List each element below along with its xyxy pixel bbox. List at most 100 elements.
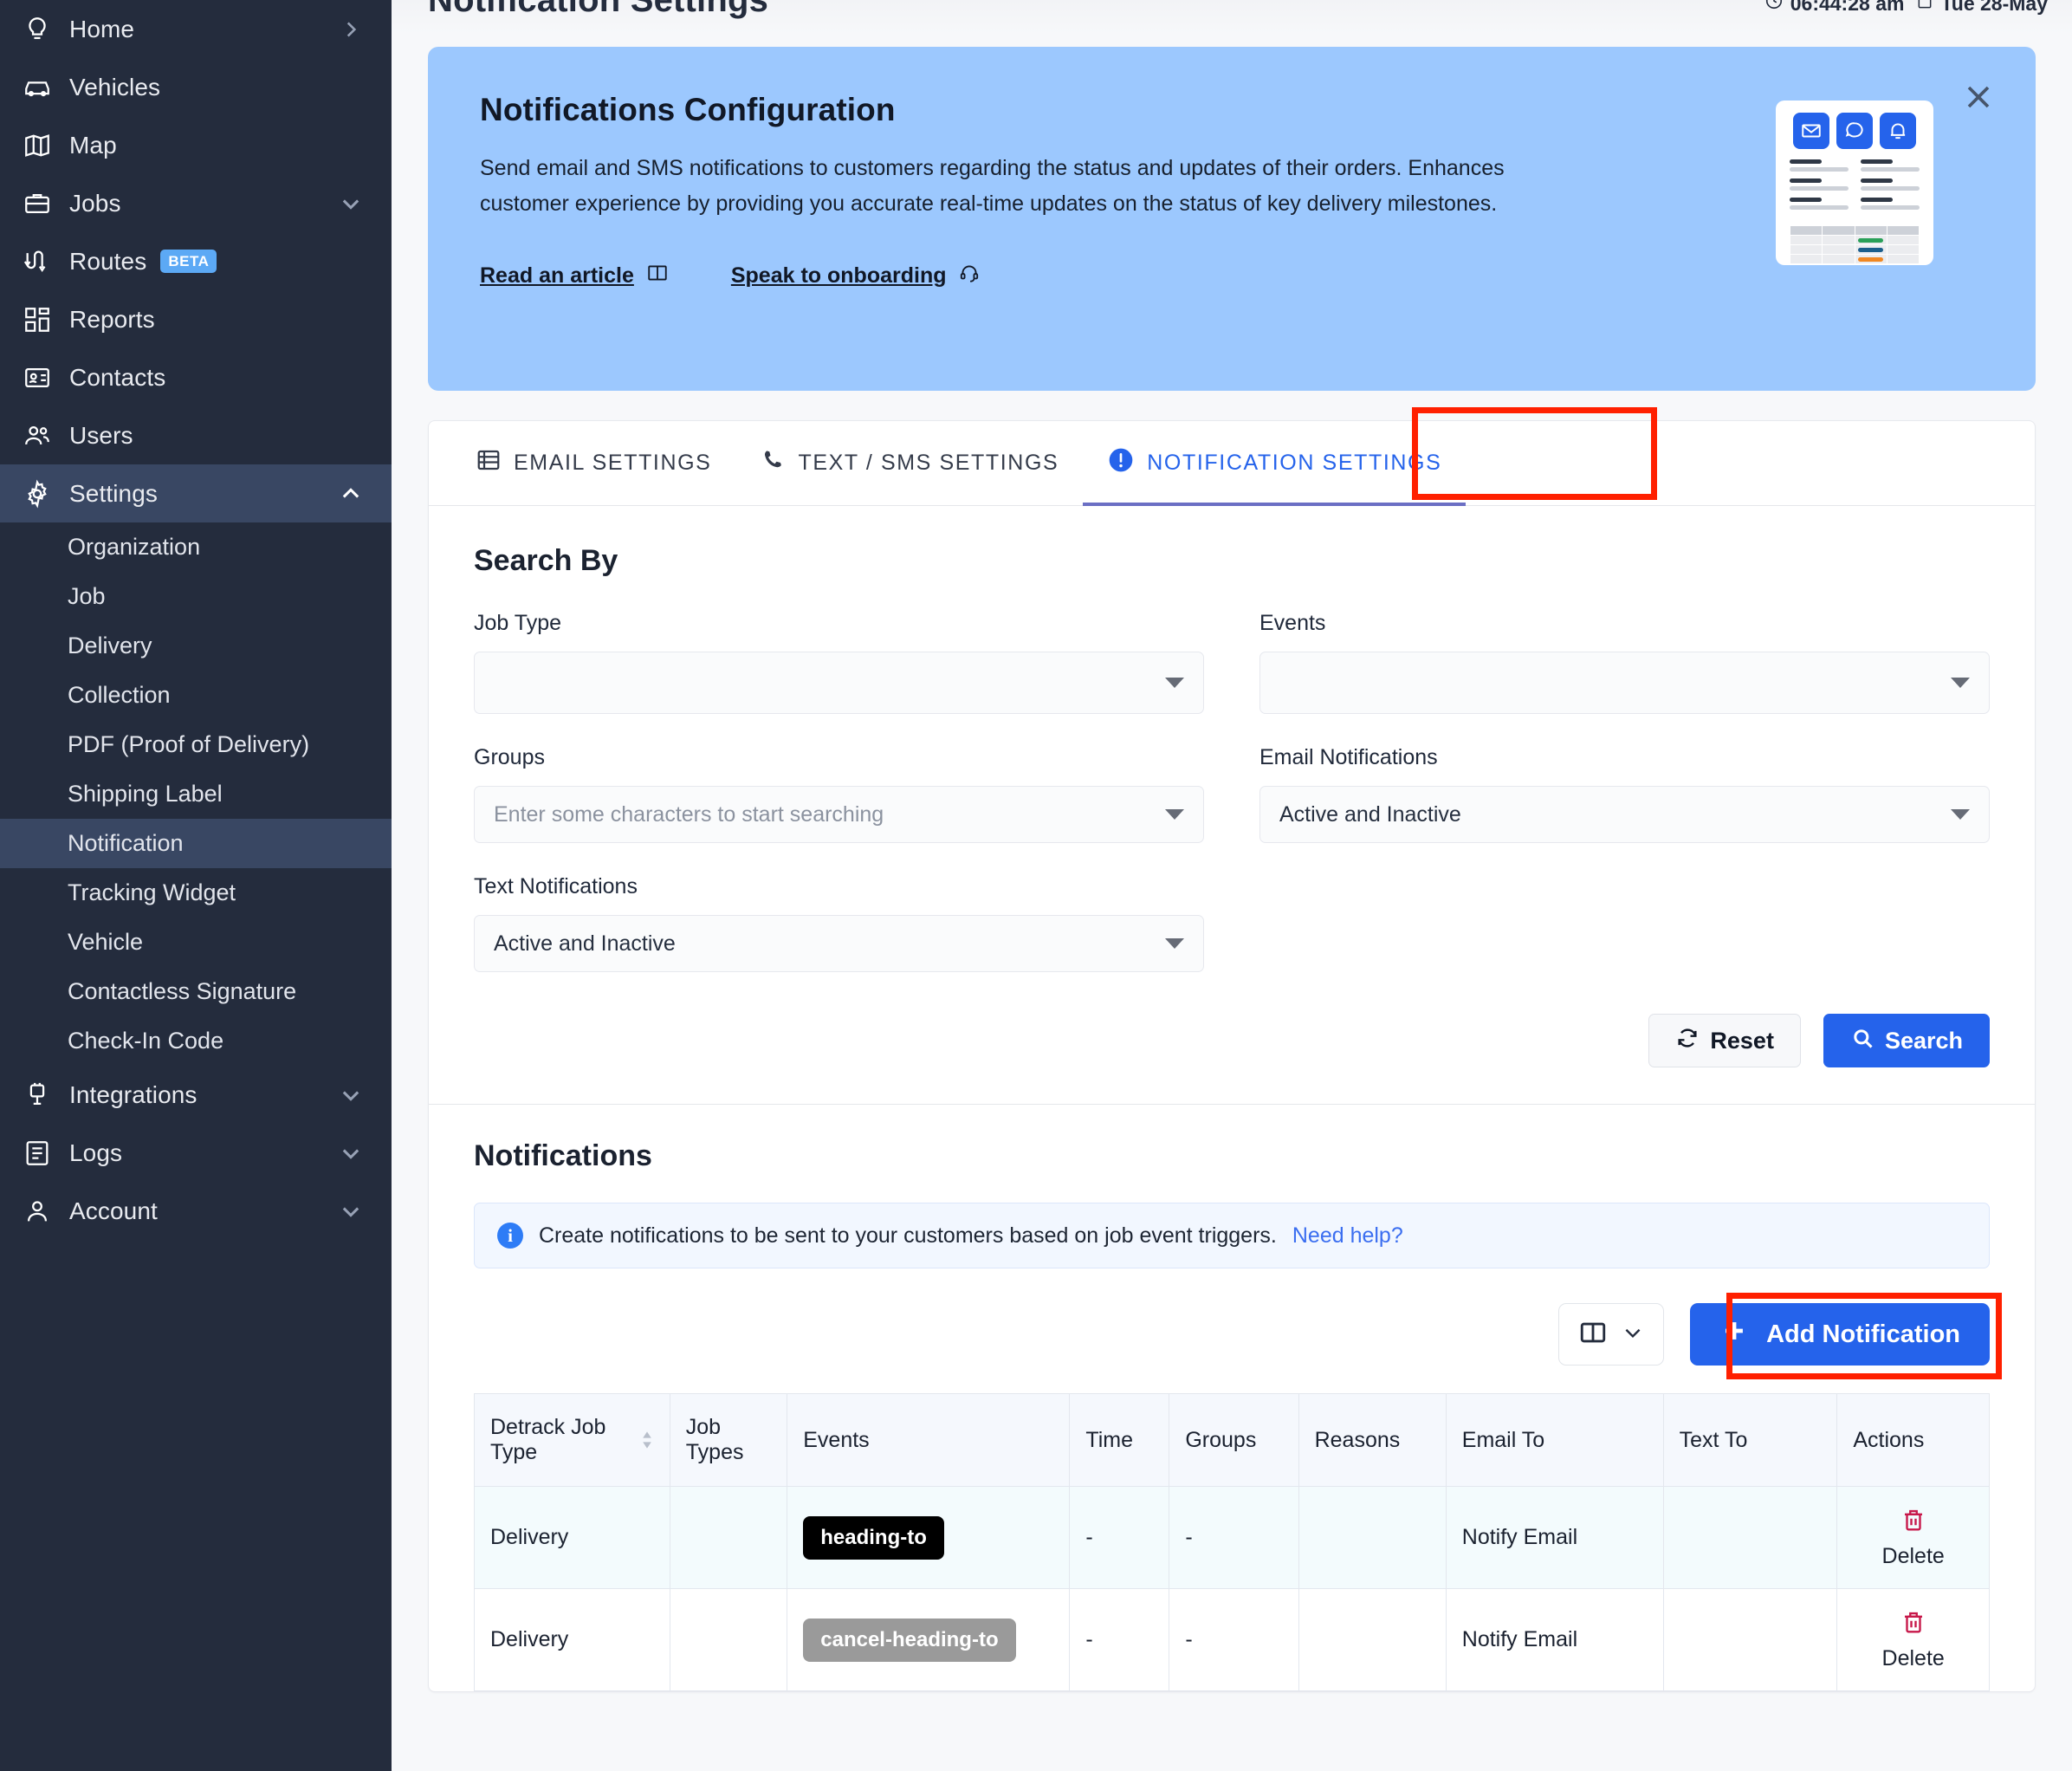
date-status: Tue 28-May bbox=[1916, 0, 2048, 16]
field-label: Groups bbox=[474, 745, 1204, 770]
bulb-icon bbox=[23, 12, 62, 47]
tab-notification-settings[interactable]: NOTIFICATION SETTINGS bbox=[1083, 421, 1466, 505]
column-label: Time bbox=[1085, 1428, 1133, 1452]
sidebar-item-account[interactable]: Account bbox=[0, 1182, 392, 1240]
notifications-config-banner: Notifications Configuration Send email a… bbox=[428, 47, 2036, 391]
table-body: Delivery heading-to - - Notify Email bbox=[475, 1487, 1990, 1691]
column-header-email-to[interactable]: Email To bbox=[1446, 1394, 1663, 1487]
field-label: Events bbox=[1259, 611, 1990, 636]
close-icon[interactable] bbox=[1959, 78, 1998, 116]
column-header-detrack-job-type[interactable]: Detrack Job Type bbox=[475, 1394, 670, 1487]
speak-to-onboarding-link[interactable]: Speak to onboarding bbox=[731, 262, 981, 290]
sidebar-subitem-check-in-code[interactable]: Check-In Code bbox=[0, 1016, 392, 1066]
delete-label: Delete bbox=[1853, 1646, 1973, 1671]
sidebar-item-vehicles[interactable]: Vehicles bbox=[0, 58, 392, 116]
column-header-events[interactable]: Events bbox=[787, 1394, 1070, 1487]
chevron-up-icon bbox=[336, 479, 366, 509]
alert-circle-icon bbox=[1107, 446, 1135, 480]
sidebar-subitem-label: Organization bbox=[68, 534, 200, 561]
column-header-job-types[interactable]: Job Types bbox=[670, 1394, 787, 1487]
search-actions: Reset Search bbox=[474, 1014, 1990, 1067]
book-icon bbox=[646, 262, 669, 290]
column-label: Email To bbox=[1462, 1428, 1544, 1452]
column-header-groups[interactable]: Groups bbox=[1169, 1394, 1298, 1487]
column-label: Job Types bbox=[686, 1415, 744, 1464]
field-email-notifications: Email Notifications Active and Inactive bbox=[1259, 745, 1990, 843]
delete-button[interactable]: Delete bbox=[1837, 1589, 1990, 1691]
sidebar-subitem-job[interactable]: Job bbox=[0, 572, 392, 621]
read-article-link[interactable]: Read an article bbox=[480, 262, 669, 290]
column-header-actions: Actions bbox=[1837, 1394, 1990, 1487]
sidebar-subitem-notification[interactable]: Notification bbox=[0, 819, 392, 868]
cell-job-types bbox=[670, 1487, 787, 1589]
events-select[interactable] bbox=[1259, 652, 1990, 714]
sidebar-item-users[interactable]: Users bbox=[0, 406, 392, 464]
sidebar-subitem-vehicle[interactable]: Vehicle bbox=[0, 918, 392, 967]
cell-detrack-job-type: Delivery bbox=[475, 1589, 670, 1691]
current-time: 06:44:28 am bbox=[1790, 0, 1905, 16]
bell-icon bbox=[1880, 113, 1916, 149]
reset-label: Reset bbox=[1710, 1028, 1774, 1054]
sidebar-item-contacts[interactable]: Contacts bbox=[0, 348, 392, 406]
sidebar-item-map[interactable]: Map bbox=[0, 116, 392, 174]
sidebar-item-integrations[interactable]: Integrations bbox=[0, 1066, 392, 1124]
field-label: Text Notifications bbox=[474, 874, 1204, 899]
cell-groups: - bbox=[1169, 1589, 1298, 1691]
tab-email-settings[interactable]: EMAIL SETTINGS bbox=[451, 421, 735, 505]
table-row: Delivery heading-to - - Notify Email bbox=[475, 1487, 1990, 1589]
cell-time: - bbox=[1070, 1589, 1169, 1691]
delete-button[interactable]: Delete bbox=[1837, 1487, 1990, 1589]
sidebar-subitem-organization[interactable]: Organization bbox=[0, 522, 392, 572]
reset-button[interactable]: Reset bbox=[1648, 1014, 1801, 1067]
users-icon bbox=[23, 418, 62, 453]
sidebar-item-settings[interactable]: Settings bbox=[0, 464, 392, 522]
field-text-notifications: Text Notifications Active and Inactive bbox=[474, 874, 1204, 972]
search-label: Search bbox=[1885, 1028, 1963, 1054]
sidebar-item-logs[interactable]: Logs bbox=[0, 1124, 392, 1182]
cell-reasons bbox=[1298, 1487, 1446, 1589]
cell-time: - bbox=[1070, 1487, 1169, 1589]
reports-icon bbox=[23, 302, 62, 337]
plug-icon bbox=[23, 1078, 62, 1113]
sidebar-item-reports[interactable]: Reports bbox=[0, 290, 392, 348]
field-label: Email Notifications bbox=[1259, 745, 1990, 770]
email-notifications-select[interactable]: Active and Inactive bbox=[1259, 786, 1990, 843]
add-notification-button[interactable]: Add Notification bbox=[1690, 1303, 1990, 1366]
person-icon bbox=[23, 1194, 62, 1229]
read-article-label: Read an article bbox=[480, 263, 634, 289]
tab-text-sms-settings[interactable]: TEXT / SMS SETTINGS bbox=[735, 421, 1083, 505]
sidebar-subitem-pdf[interactable]: PDF (Proof of Delivery) bbox=[0, 720, 392, 769]
text-notifications-select[interactable]: Active and Inactive bbox=[474, 915, 1204, 972]
sidebar-item-jobs[interactable]: Jobs bbox=[0, 174, 392, 232]
table-header: Detrack Job Type Job Types Events Time G… bbox=[475, 1394, 1990, 1487]
beta-badge: BETA bbox=[160, 250, 217, 273]
sidebar-subitem-shipping-label[interactable]: Shipping Label bbox=[0, 769, 392, 819]
sidebar-item-routes[interactable]: Routes BETA bbox=[0, 232, 392, 290]
illustration-icons bbox=[1786, 113, 1923, 149]
chevron-down-icon bbox=[1165, 678, 1184, 688]
sidebar-subitem-tracking-widget[interactable]: Tracking Widget bbox=[0, 868, 392, 918]
chevron-down-icon bbox=[1951, 809, 1970, 820]
cell-events: heading-to bbox=[787, 1487, 1070, 1589]
sidebar-subitem-contactless-signature[interactable]: Contactless Signature bbox=[0, 967, 392, 1016]
contacts-icon bbox=[23, 360, 62, 395]
notifications-toolbar: Add Notification bbox=[474, 1303, 1990, 1366]
need-help-link[interactable]: Need help? bbox=[1292, 1223, 1403, 1249]
sidebar-subitem-collection[interactable]: Collection bbox=[0, 671, 392, 720]
sidebar-item-home[interactable]: Home bbox=[0, 0, 392, 58]
search-by-title: Search By bbox=[474, 544, 1990, 578]
sidebar-item-label: Account bbox=[62, 1197, 336, 1225]
notifications-section: Notifications i Create notifications to … bbox=[429, 1105, 2035, 1691]
logs-icon bbox=[23, 1136, 62, 1171]
search-button[interactable]: Search bbox=[1823, 1014, 1990, 1067]
job-type-select[interactable] bbox=[474, 652, 1204, 714]
sidebar-subitem-delivery[interactable]: Delivery bbox=[0, 621, 392, 671]
groups-select[interactable]: Enter some characters to start searching bbox=[474, 786, 1204, 843]
column-header-time[interactable]: Time bbox=[1070, 1394, 1169, 1487]
column-chooser-button[interactable] bbox=[1558, 1303, 1664, 1366]
sort-icon bbox=[640, 1430, 654, 1450]
tab-label: TEXT / SMS SETTINGS bbox=[798, 451, 1059, 476]
column-header-reasons[interactable]: Reasons bbox=[1298, 1394, 1446, 1487]
column-label: Groups bbox=[1185, 1428, 1256, 1452]
column-header-text-to[interactable]: Text To bbox=[1663, 1394, 1837, 1487]
